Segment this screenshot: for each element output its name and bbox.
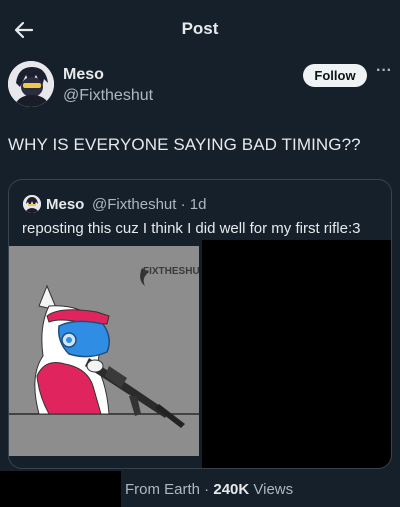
- watermark-text: FIXTHESHU: [143, 266, 199, 277]
- page-title: Post: [181, 19, 219, 38]
- views-label: Views: [249, 481, 294, 498]
- redaction-block: [0, 471, 121, 507]
- more-horizontal-icon[interactable]: ···: [375, 63, 393, 84]
- quoted-post[interactable]: Meso @Fixtheshut · 1d reposting this cuz…: [8, 179, 392, 469]
- author-handle[interactable]: @Fixtheshut: [63, 87, 153, 105]
- post-text: WHY IS EVERYONE SAYING BAD TIMING??: [8, 135, 361, 154]
- media-image[interactable]: FIXTHESHU: [9, 246, 199, 456]
- avatar[interactable]: [8, 61, 54, 107]
- top-bar: Post: [0, 0, 400, 58]
- follow-button[interactable]: Follow: [303, 64, 367, 87]
- media-image-censored[interactable]: [202, 240, 391, 468]
- quote-text: reposting this cuz I think I did well fo…: [22, 220, 361, 237]
- quote-avatar: [23, 195, 41, 213]
- location-text: From Earth ·: [125, 481, 214, 498]
- views-count: 240K: [213, 481, 250, 498]
- quote-handle-time: @Fixtheshut · 1d: [92, 196, 207, 213]
- author-name[interactable]: Meso: [63, 66, 104, 84]
- quote-author-name: Meso: [46, 196, 85, 213]
- post-meta: From Earth · 240K Views: [125, 481, 293, 498]
